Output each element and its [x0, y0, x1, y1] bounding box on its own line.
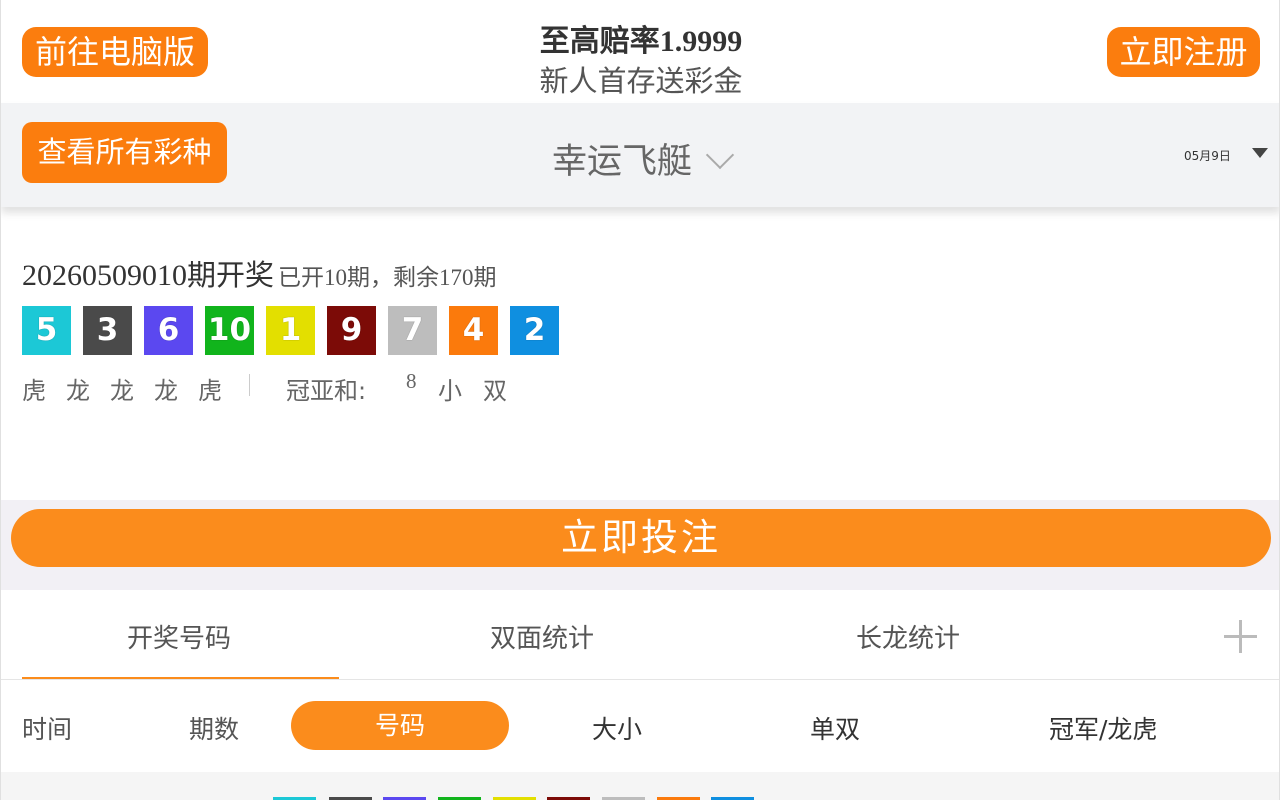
tab-two-sided-stats[interactable]: 双面统计 [490, 618, 594, 655]
ball-5: 1 [266, 306, 315, 355]
dragon-tiger-5: 虎 [198, 377, 222, 405]
top-header: 前往电脑版 至高赔率1.9999 新人首存送彩金 立即注册 [1, 0, 1279, 103]
dragon-tiger-4: 龙 [154, 377, 178, 405]
stats-tabs: 开奖号码 双面统计 长龙统计 [1, 590, 1279, 680]
list-top-strip [1, 772, 1279, 800]
bet-now-button[interactable]: 立即投注 [11, 509, 1271, 567]
page: 前往电脑版 至高赔率1.9999 新人首存送彩金 立即注册 查看所有彩种 幸运飞… [0, 0, 1280, 800]
draw-result-card: 20260509010期开奖 已开10期，剩余170期 5 3 6 10 1 9 … [1, 226, 1279, 500]
issue-number: 20260509010 [22, 259, 187, 292]
lottery-selector-bar: 查看所有彩种 幸运飞艇 05月9日 [1, 103, 1279, 207]
issue-title: 20260509010期开奖 已开10期，剩余170期 [22, 252, 497, 294]
ball-2: 3 [83, 306, 132, 355]
promo-title-text: 至高赔率 [539, 24, 660, 59]
date-selector[interactable]: 05月9日 [1184, 147, 1231, 164]
dragon-tiger-2: 龙 [66, 377, 90, 405]
tab-long-dragon-stats[interactable]: 长龙统计 [856, 618, 960, 655]
dragon-tiger-3: 龙 [110, 377, 134, 405]
column-filters: 时间 期数 号码 大小 单双 冠军/龙虎 [1, 680, 1279, 772]
issue-suffix: 期开奖 [187, 258, 275, 292]
divider [249, 374, 250, 396]
filter-issue[interactable]: 期数 [189, 710, 239, 746]
filter-time[interactable]: 时间 [22, 710, 72, 746]
filter-parity[interactable]: 单双 [810, 710, 860, 746]
lottery-name-dropdown[interactable]: 幸运飞艇 [1, 133, 1279, 184]
promo-title-odds: 1.9999 [659, 25, 743, 58]
sum-parity: 双 [483, 377, 507, 405]
tab-draw-numbers[interactable]: 开奖号码 [127, 618, 231, 655]
plus-icon[interactable] [1224, 620, 1257, 653]
caret-down-icon[interactable] [1252, 148, 1268, 158]
active-tab-indicator [22, 677, 339, 679]
dragon-tiger-1: 虎 [22, 377, 46, 405]
dragon-tiger-results: 虎龙龙龙虎 [22, 371, 242, 406]
ball-8: 4 [449, 306, 498, 355]
sum-label: 冠亚和: [286, 377, 367, 405]
promo-subtitle: 新人首存送彩金 [539, 64, 743, 98]
filter-size[interactable]: 大小 [592, 710, 642, 746]
ball-1: 5 [22, 306, 71, 355]
bet-bar: 立即投注 [1, 500, 1279, 590]
sum-size: 小 [438, 377, 462, 405]
chevron-down-icon [705, 140, 735, 170]
sum-value: 8 [406, 369, 417, 393]
lottery-name: 幸运飞艇 [551, 142, 692, 182]
ball-7: 7 [388, 306, 437, 355]
filter-champion-dragon-tiger[interactable]: 冠军/龙虎 [1049, 710, 1157, 746]
promo-title: 至高赔率1.9999 [1, 16, 1279, 60]
ball-4: 10 [205, 306, 254, 355]
register-button[interactable]: 立即注册 [1107, 27, 1260, 77]
issue-progress: 已开10期，剩余170期 [278, 265, 497, 290]
ball-9: 2 [510, 306, 559, 355]
filter-number[interactable]: 号码 [291, 701, 509, 750]
ball-3: 6 [144, 306, 193, 355]
ball-6: 9 [327, 306, 376, 355]
